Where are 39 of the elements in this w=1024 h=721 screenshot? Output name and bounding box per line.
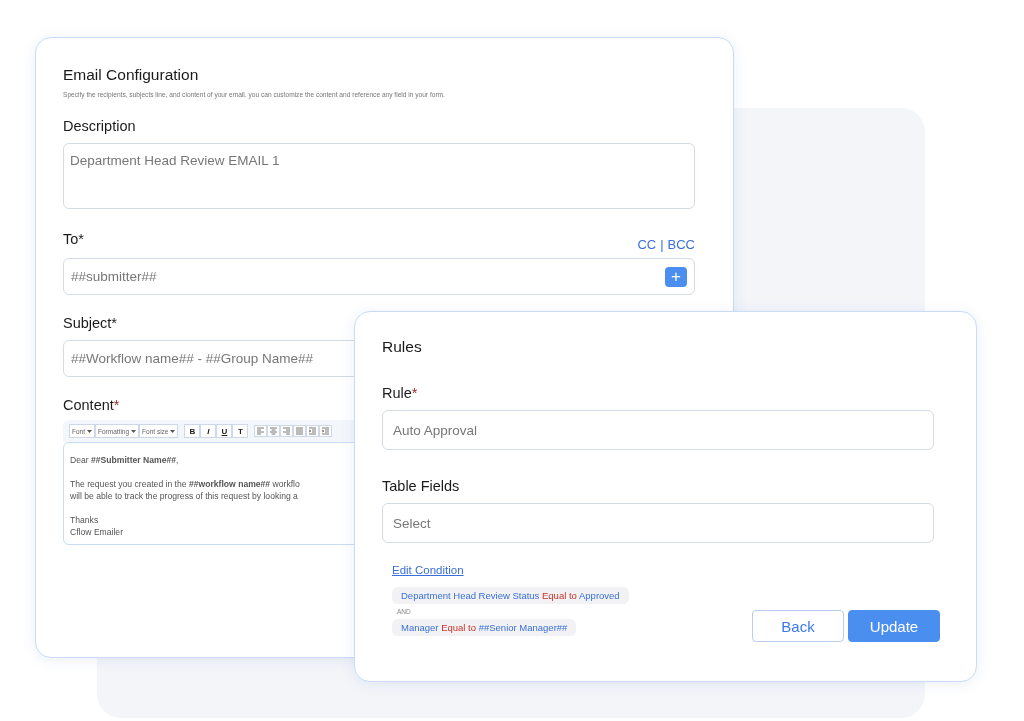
field-label: To* [63, 231, 84, 247]
caret-icon [131, 430, 137, 434]
format-button[interactable]: I [200, 424, 217, 438]
indent-icon[interactable] [306, 425, 320, 437]
condition-chip: Department Head Review Status Equal to Approved [392, 587, 629, 604]
card-title: Email Configuration [63, 66, 200, 84]
rule-field[interactable]: Auto Approval [382, 410, 934, 450]
format-button[interactable]: B [184, 424, 201, 438]
edit-condition-link[interactable]: Edit Condition [392, 564, 464, 576]
card-title: Rules [382, 338, 423, 356]
field-label: Content* [63, 397, 121, 413]
field-label: Subject* [63, 315, 118, 331]
add-button[interactable]: + [665, 266, 687, 287]
email-text-line: The request you created in the ##workflow name## workflo [70, 478, 300, 490]
to-field[interactable]: ##submitter## + [63, 258, 695, 295]
align-icon[interactable] [254, 425, 268, 437]
align-icon[interactable] [267, 425, 281, 437]
table-fields-select[interactable]: Select [382, 503, 934, 543]
back-button[interactable]: Back [752, 610, 844, 642]
cc-link[interactable]: CC [637, 237, 657, 252]
separator: | [660, 237, 664, 252]
bcc-link[interactable]: BCC [667, 237, 695, 252]
description-field[interactable]: Department Head Review EMAIL 1 [63, 143, 695, 209]
align-icon[interactable] [293, 425, 307, 437]
email-text-line: Dear ##Submitter Name##, [70, 454, 179, 466]
update-button[interactable]: Update [848, 610, 940, 642]
caret-icon [87, 430, 92, 434]
align-icon[interactable] [280, 425, 294, 437]
field-label: Description [63, 118, 137, 134]
field-label: Table Fields [382, 478, 461, 494]
email-text-line: Cflow Emailer [70, 526, 123, 538]
indent-icon[interactable] [319, 425, 333, 437]
condition-chip: Manager Equal to ##Senior Manager## [392, 619, 577, 636]
email-text-line: Thanks [70, 514, 99, 526]
field-label: Rule* [382, 385, 419, 401]
caret-icon [170, 430, 176, 434]
email-text-line: will be able to track the progress of this request by looking a [70, 490, 298, 502]
format-button[interactable]: T [232, 424, 249, 438]
format-button[interactable]: U [216, 424, 233, 438]
